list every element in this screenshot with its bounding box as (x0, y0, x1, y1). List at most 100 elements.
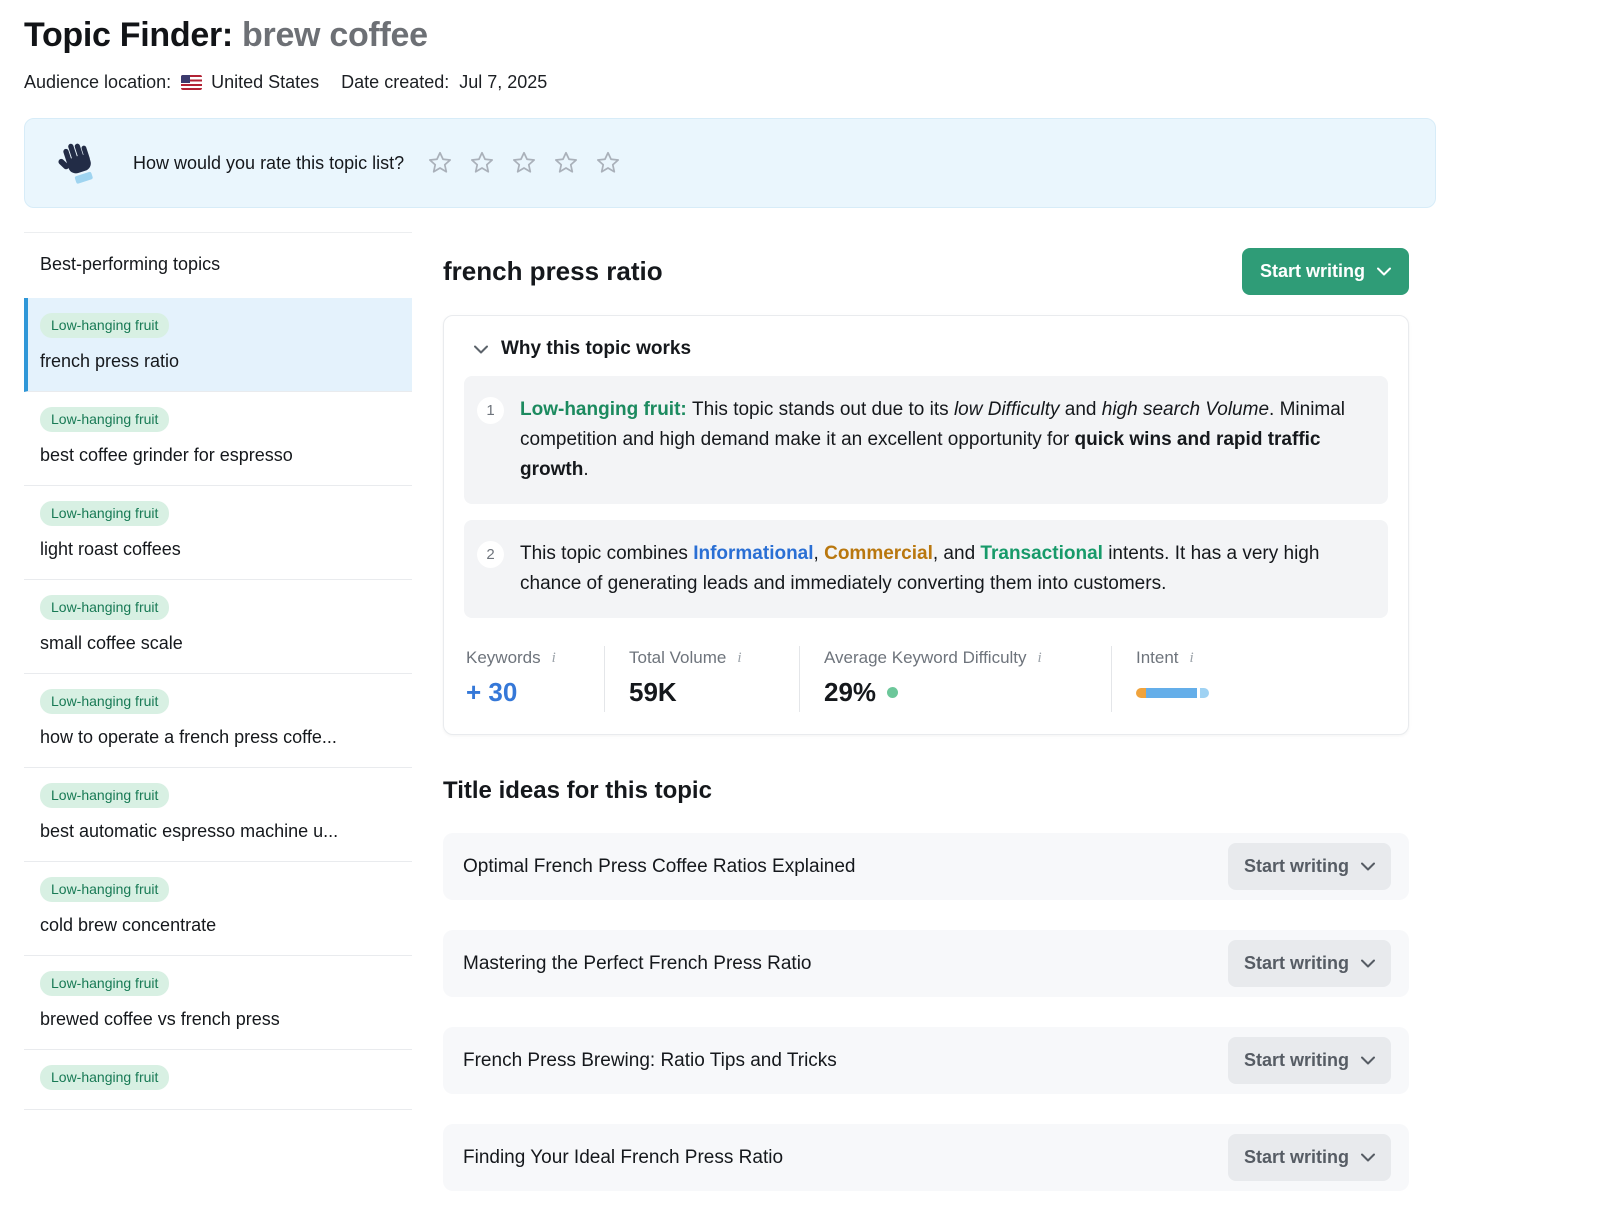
page-title-query: brew coffee (242, 16, 428, 54)
topic-item-label: small coffee scale (40, 633, 396, 654)
topic-list-item-brewed-coffee-vs-french-press[interactable]: Low-hanging fruit brewed coffee vs frenc… (24, 956, 412, 1050)
point-text: Low-hanging fruit: This topic stands out… (520, 395, 1364, 485)
date-created-value: Jul 7, 2025 (459, 72, 547, 93)
intent-distribution-bar (1136, 688, 1388, 698)
idea-start-writing-button[interactable]: Start writing (1228, 843, 1391, 890)
intent-bar-commercial-segment (1136, 688, 1146, 698)
chevron-down-icon (1361, 862, 1375, 871)
title-idea-card-1: Optimal French Press Coffee Ratios Expla… (443, 833, 1409, 900)
point-text: This topic combines Informational, Comme… (520, 539, 1364, 599)
page-title-prefix: Topic Finder: (24, 16, 242, 54)
rating-stars (426, 149, 622, 177)
collapse-chevron-icon (474, 345, 488, 354)
idea-title: Mastering the Perfect French Press Ratio (463, 953, 811, 975)
low-hanging-fruit-badge: Low-hanging fruit (40, 313, 169, 338)
best-performing-topics-panel: Best-performing topics Low-hanging fruit… (24, 232, 412, 1110)
stat-intent: Intenti (1111, 646, 1388, 712)
low-hanging-fruit-badge: Low-hanging fruit (40, 971, 169, 996)
stat-keywords: Keywords i + 30 (464, 646, 604, 712)
topic-item-label: how to operate a french press coffe... (40, 727, 396, 748)
low-hanging-fruit-badge: Low-hanging fruit (40, 407, 169, 432)
chevron-down-icon (1361, 1056, 1375, 1065)
page-title: Topic Finder: brew coffee (24, 16, 1600, 55)
idea-title: Optimal French Press Coffee Ratios Expla… (463, 856, 856, 878)
informational-intent-label: Informational (693, 543, 813, 564)
rating-star-2[interactable] (468, 149, 496, 177)
rating-star-3[interactable] (510, 149, 538, 177)
title-idea-card-2: Mastering the Perfect French Press Ratio… (443, 930, 1409, 997)
intent-bar-informational-segment (1146, 688, 1197, 698)
topic-item-label: best coffee grinder for espresso (40, 445, 396, 466)
rating-star-4[interactable] (552, 149, 580, 177)
us-flag-icon (181, 75, 202, 90)
rating-star-1[interactable] (426, 149, 454, 177)
topic-list-item-cold-brew-concentrate[interactable]: Low-hanging fruit cold brew concentrate (24, 862, 412, 956)
idea-title: Finding Your Ideal French Press Ratio (463, 1147, 783, 1169)
avg-kd-value: 29% (824, 677, 876, 708)
keywords-value: + 30 (466, 677, 604, 708)
idea-start-writing-button[interactable]: Start writing (1228, 940, 1391, 987)
chevron-down-icon (1361, 1153, 1375, 1162)
topic-list-item-french-press-ratio[interactable]: Low-hanging fruit french press ratio (24, 298, 412, 392)
rating-banner: How would you rate this topic list? (24, 118, 1436, 208)
low-hanging-fruit-badge: Low-hanging fruit (40, 689, 169, 714)
chevron-down-icon (1377, 267, 1391, 276)
point-number: 1 (477, 397, 504, 424)
point-number: 2 (477, 541, 504, 568)
topic-title: french press ratio (443, 256, 663, 287)
why-topic-works-title: Why this topic works (501, 338, 691, 360)
info-icon[interactable]: i (550, 650, 558, 667)
meta-row: Audience location: United States Date cr… (24, 72, 1600, 93)
topic-list-item-best-automatic-espresso-machine[interactable]: Low-hanging fruit best automatic espress… (24, 768, 412, 862)
title-idea-card-3: French Press Brewing: Ratio Tips and Tri… (443, 1027, 1409, 1094)
low-hanging-fruit-lead: Low-hanging fruit: (520, 399, 692, 420)
intent-label: Intent (1136, 648, 1179, 668)
low-hanging-fruit-badge: Low-hanging fruit (40, 783, 169, 808)
low-hanging-fruit-badge: Low-hanging fruit (40, 595, 169, 620)
topic-list-item-partial[interactable]: Low-hanging fruit (24, 1050, 412, 1110)
title-idea-card-4: Finding Your Ideal French Press Ratio St… (443, 1124, 1409, 1191)
stat-total-volume: Total Volume i 59K (604, 646, 799, 712)
topic-list-item-how-to-operate-french-press[interactable]: Low-hanging fruit how to operate a frenc… (24, 674, 412, 768)
idea-start-writing-button[interactable]: Start writing (1228, 1037, 1391, 1084)
idea-start-writing-button[interactable]: Start writing (1228, 1134, 1391, 1181)
kd-status-dot (887, 687, 898, 698)
info-icon[interactable]: i (1036, 650, 1044, 667)
topic-item-label: cold brew concentrate (40, 915, 396, 936)
info-icon[interactable]: i (735, 650, 743, 667)
low-hanging-fruit-badge: Low-hanging fruit (40, 1065, 169, 1090)
idea-title: French Press Brewing: Ratio Tips and Tri… (463, 1050, 837, 1072)
chevron-down-icon (1361, 959, 1375, 968)
audience-location-value: United States (211, 72, 319, 93)
avg-kd-label: Average Keyword Difficulty (824, 648, 1027, 668)
topic-item-label: best automatic espresso machine u... (40, 821, 396, 842)
rating-question: How would you rate this topic list? (133, 153, 404, 174)
total-volume-label: Total Volume (629, 648, 726, 668)
sidebar-title: Best-performing topics (24, 233, 412, 298)
topic-item-label: light roast coffees (40, 539, 396, 560)
title-ideas-heading: Title ideas for this topic (443, 777, 1409, 805)
date-created-label: Date created: (341, 72, 449, 93)
topic-list-item-small-coffee-scale[interactable]: Low-hanging fruit small coffee scale (24, 580, 412, 674)
start-writing-label: Start writing (1260, 261, 1365, 282)
why-topic-works-card: Why this topic works 1 Low-hanging fruit… (443, 315, 1409, 735)
rating-star-5[interactable] (594, 149, 622, 177)
topic-list-item-light-roast-coffees[interactable]: Low-hanging fruit light roast coffees (24, 486, 412, 580)
total-volume-value: 59K (629, 677, 799, 708)
topic-stats-row: Keywords i + 30 Total Volume i 59K Average… (464, 638, 1388, 712)
why-topic-works-header[interactable]: Why this topic works (464, 338, 1388, 360)
topic-list-item-best-coffee-grinder[interactable]: Low-hanging fruit best coffee grinder fo… (24, 392, 412, 486)
info-icon[interactable]: i (1188, 650, 1196, 667)
topic-item-label: brewed coffee vs french press (40, 1009, 396, 1030)
start-writing-button[interactable]: Start writing (1242, 248, 1409, 295)
topic-item-label: french press ratio (40, 351, 396, 372)
low-hanging-fruit-badge: Low-hanging fruit (40, 501, 169, 526)
intent-bar-transactional-segment (1200, 688, 1209, 698)
low-hanging-fruit-badge: Low-hanging fruit (40, 877, 169, 902)
keywords-label: Keywords (466, 648, 541, 668)
hand-icon (55, 138, 101, 188)
commercial-intent-label: Commercial (824, 543, 933, 564)
transactional-intent-label: Transactional (980, 543, 1103, 564)
stat-avg-keyword-difficulty: Average Keyword Difficulty i 29% (799, 646, 1111, 712)
topic-detail-panel: french press ratio Start writing Why thi… (443, 232, 1409, 1221)
